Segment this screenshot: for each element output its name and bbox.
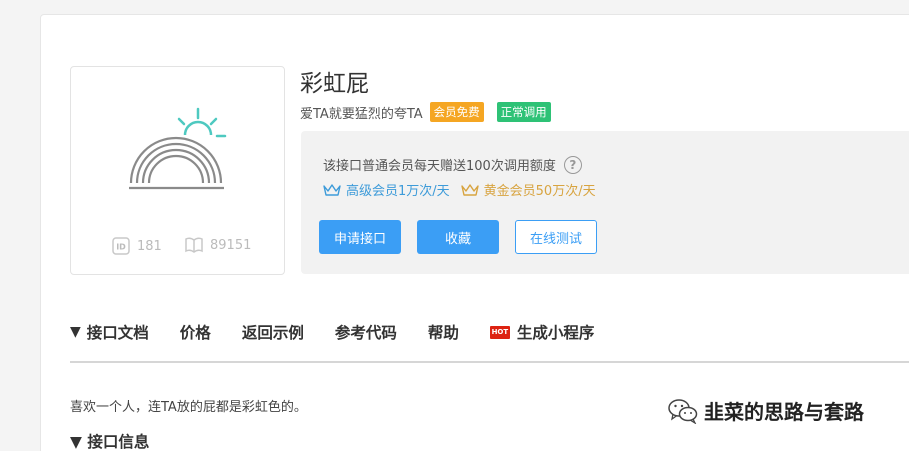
api-views-stat: 89151 (185, 237, 251, 253)
tab-label: 帮助 (427, 324, 459, 342)
apply-api-button[interactable]: 申请接口 (319, 220, 401, 254)
section-title: 接口信息 (87, 433, 150, 451)
caret-down-icon: ▼ (70, 433, 82, 451)
tab-label: 生成小程序 (516, 324, 595, 342)
crown-icon (323, 183, 341, 196)
tier-gold-label: 黄金会员50万次/天 (483, 184, 596, 199)
caret-down-icon: ▼ (70, 324, 81, 340)
api-id-value: 181 (137, 238, 162, 254)
watermark: 韭菜的思路与套路 (668, 396, 864, 425)
doc-tabs: ▼ 接口文档 价格 返回示例 参考代码 帮助 HOT 生成小程序 (70, 321, 625, 343)
member-free-badge: 会员免费 (429, 102, 484, 122)
tabs-divider (70, 361, 909, 363)
online-test-button[interactable]: 在线测试 (515, 220, 597, 254)
tier-gold: 黄金会员50万次/天 (460, 180, 596, 199)
api-views-value: 89151 (210, 237, 252, 253)
tab-label: 参考代码 (334, 324, 397, 342)
api-title: 彩虹屁 (300, 71, 369, 97)
tab-label: 返回示例 (241, 324, 304, 342)
tab-mini-program[interactable]: HOT 生成小程序 (489, 321, 595, 343)
api-id-stat: ID 181 (112, 237, 162, 255)
favorite-button[interactable]: 收藏 (417, 220, 499, 254)
wechat-icon (668, 398, 698, 424)
svg-text:ID: ID (116, 243, 126, 252)
tier-advanced: 高级会员1万次/天 (323, 180, 450, 199)
tab-help[interactable]: 帮助 (428, 321, 459, 343)
help-icon[interactable]: ? (563, 155, 582, 174)
id-icon: ID (112, 237, 130, 255)
tab-label: 接口文档 (86, 324, 149, 342)
section-api-info[interactable]: ▼ 接口信息 (70, 430, 149, 451)
watermark-text: 韭菜的思路与套路 (704, 400, 864, 424)
tier-advanced-label: 高级会员1万次/天 (346, 184, 450, 199)
status-badge: 正常调用 (496, 102, 551, 122)
tab-api-doc[interactable]: ▼ 接口文档 (70, 321, 149, 343)
api-subtitle-row: 爱TA就要猛烈的夸TA 会员免费 正常调用 (300, 102, 551, 122)
crown-icon (460, 183, 479, 196)
api-subtitle: 爱TA就要猛烈的夸TA (300, 106, 423, 122)
tier-line: 高级会员1万次/天 黄金会员50万次/天 (323, 180, 596, 199)
api-logo-box: ID 181 89151 (70, 66, 285, 275)
rainbow-sun-icon (129, 107, 227, 190)
hot-icon: HOT (489, 325, 510, 339)
book-icon (185, 237, 203, 253)
quota-panel: 该接口普通会员每天赠送100次调用额度 ? 高级会员1万次/天 黄金会员50万次… (301, 131, 909, 274)
quota-text: 该接口普通会员每天赠送100次调用额度 (323, 159, 556, 174)
tab-label: 价格 (179, 324, 211, 342)
quota-line: 该接口普通会员每天赠送100次调用额度 ? (323, 155, 582, 174)
tab-return-example[interactable]: 返回示例 (242, 321, 304, 343)
tab-reference-code[interactable]: 参考代码 (335, 321, 397, 343)
api-description: 喜欢一个人，连TA放的屁都是彩虹色的。 (70, 400, 307, 415)
tab-price[interactable]: 价格 (180, 321, 211, 343)
